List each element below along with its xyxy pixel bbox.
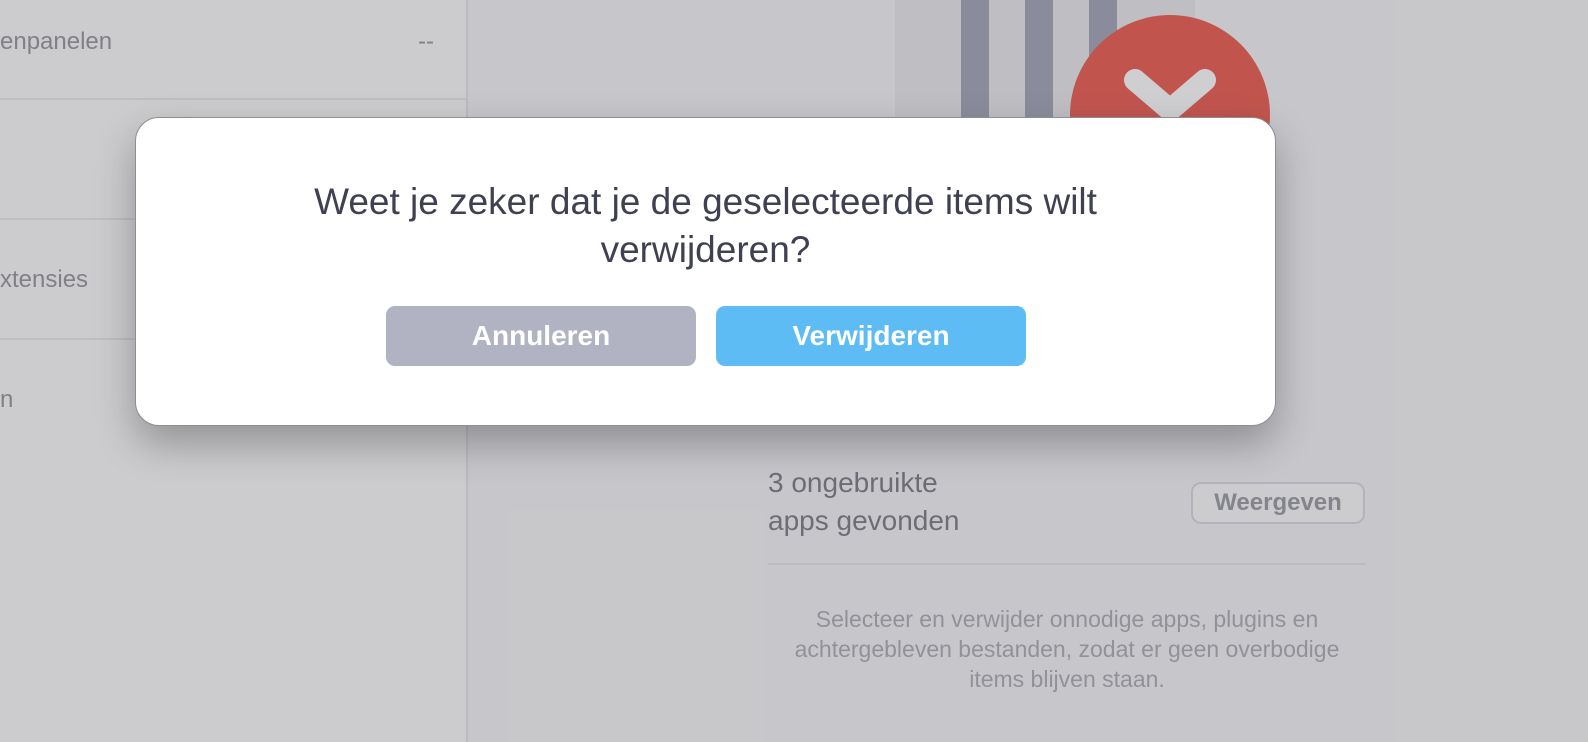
- delete-button[interactable]: Verwijderen: [716, 306, 1026, 366]
- dialog-title: Weet je zeker dat je de geselecteerde it…: [136, 178, 1275, 274]
- dialog-title-line: Weet je zeker dat je de geselecteerde it…: [314, 181, 1097, 222]
- cancel-button[interactable]: Annuleren: [386, 306, 696, 366]
- app-window: enpanelen -- xtensies n 3 ongebruikte ap…: [0, 0, 1588, 742]
- dialog-title-line: verwijderen?: [600, 229, 811, 270]
- confirm-delete-dialog: Weet je zeker dat je de geselecteerde it…: [135, 117, 1276, 426]
